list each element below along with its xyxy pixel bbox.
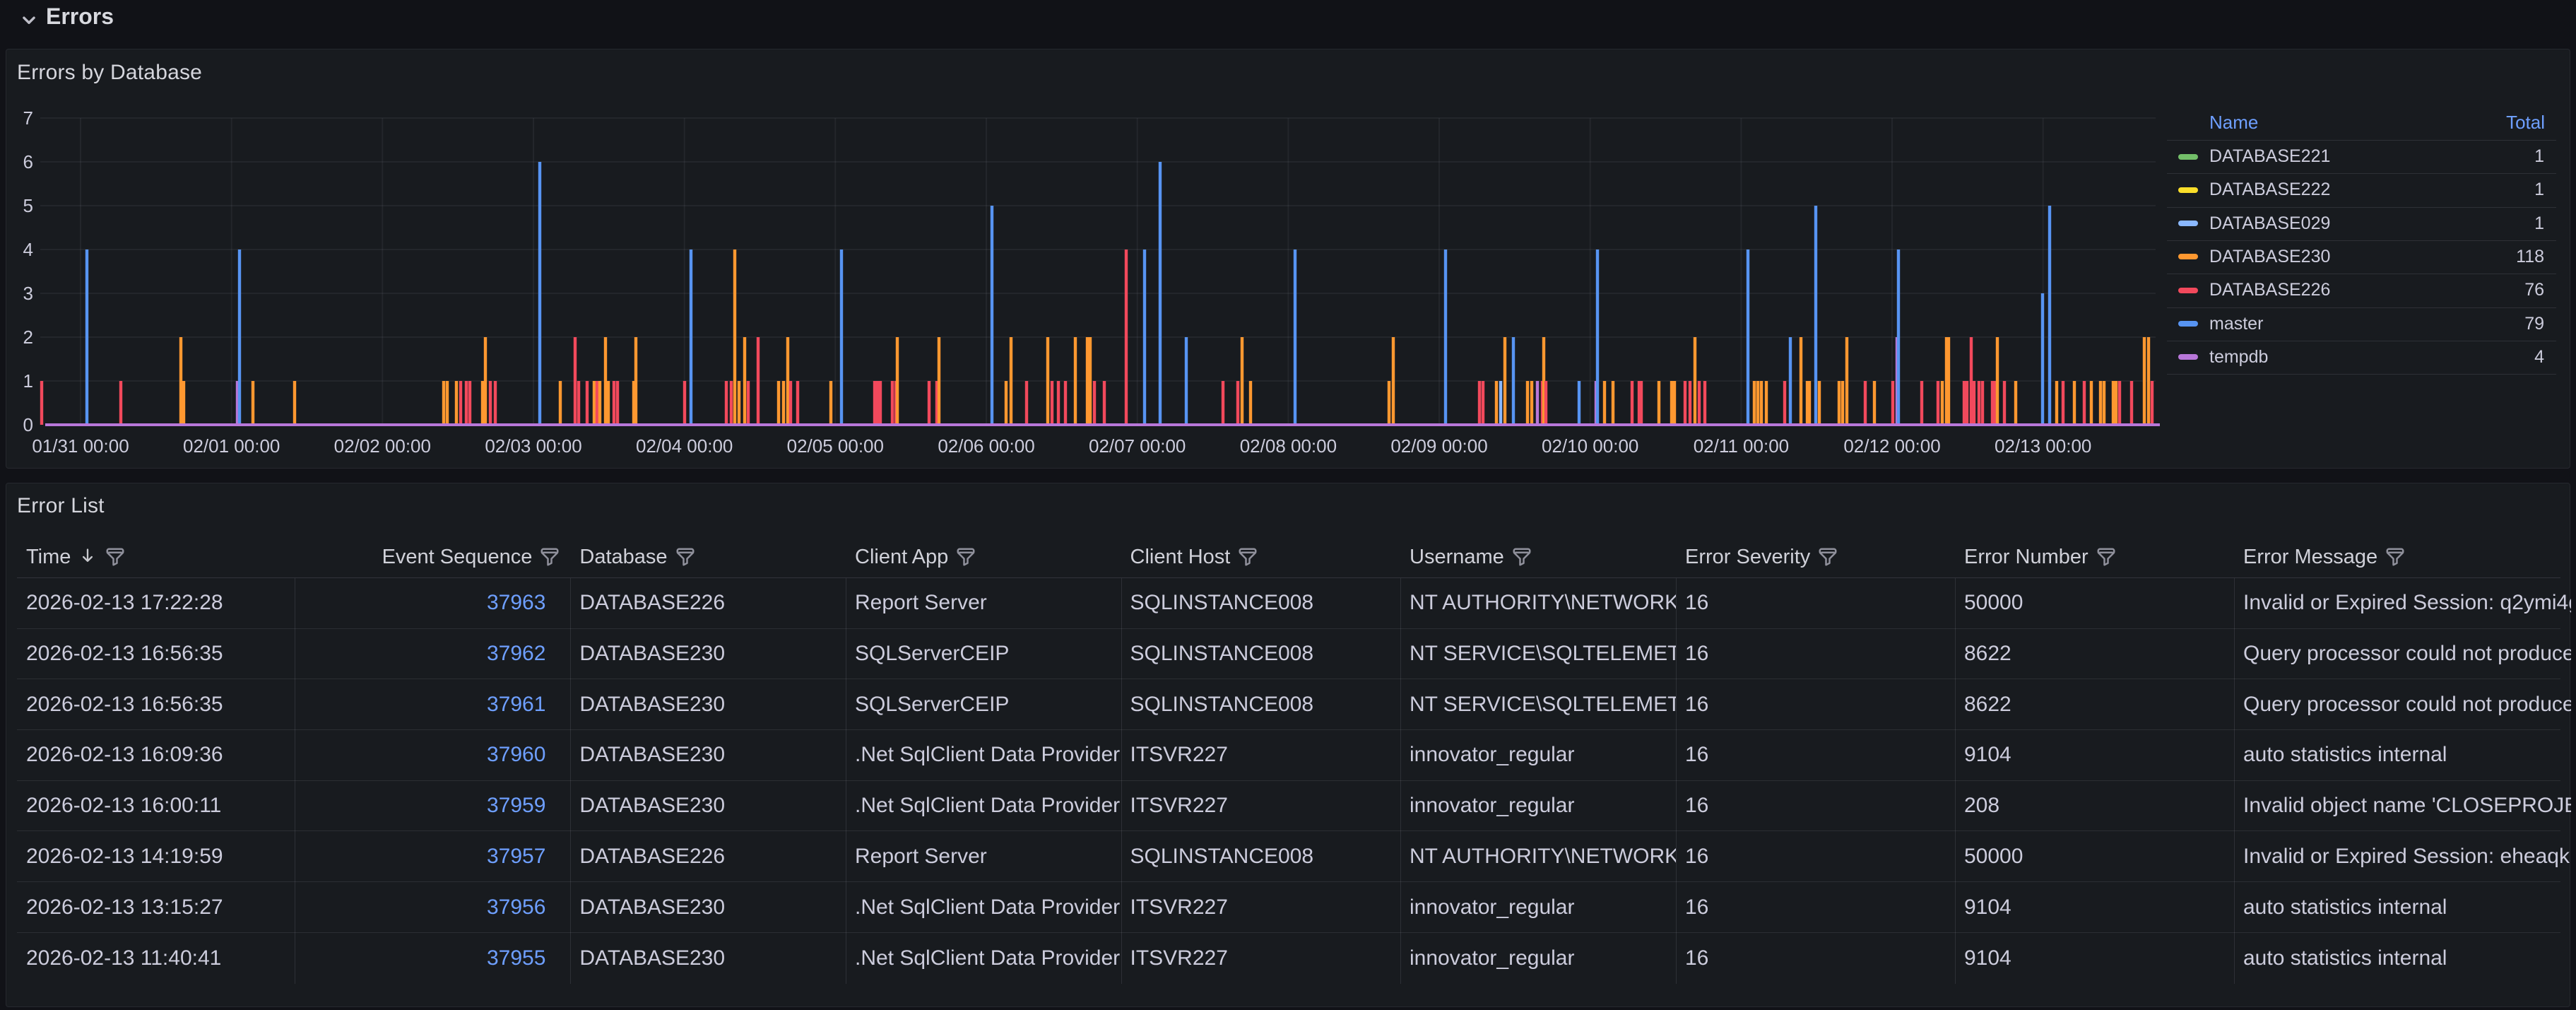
svg-text:02/01 00:00: 02/01 00:00 <box>183 435 280 457</box>
svg-text:02/10 00:00: 02/10 00:00 <box>1542 435 1638 457</box>
svg-text:02/02 00:00: 02/02 00:00 <box>334 435 431 457</box>
svg-text:02/13 00:00: 02/13 00:00 <box>1995 435 2091 457</box>
svg-text:0: 0 <box>23 414 33 435</box>
svg-text:01/31 00:00: 01/31 00:00 <box>32 435 129 457</box>
svg-text:02/08 00:00: 02/08 00:00 <box>1240 435 1337 457</box>
svg-text:02/06 00:00: 02/06 00:00 <box>938 435 1034 457</box>
svg-text:6: 6 <box>23 151 33 172</box>
svg-text:02/09 00:00: 02/09 00:00 <box>1390 435 1487 457</box>
svg-text:02/11 00:00: 02/11 00:00 <box>1694 435 1789 457</box>
svg-text:02/05 00:00: 02/05 00:00 <box>787 435 884 457</box>
svg-text:02/03 00:00: 02/03 00:00 <box>485 435 581 457</box>
svg-text:3: 3 <box>23 283 33 304</box>
svg-text:02/12 00:00: 02/12 00:00 <box>1843 435 1940 457</box>
svg-text:02/04 00:00: 02/04 00:00 <box>636 435 733 457</box>
svg-text:1: 1 <box>23 370 33 392</box>
svg-text:7: 7 <box>23 107 33 129</box>
svg-text:2: 2 <box>23 327 33 348</box>
svg-text:4: 4 <box>23 239 33 260</box>
svg-text:02/07 00:00: 02/07 00:00 <box>1089 435 1186 457</box>
svg-text:5: 5 <box>23 195 33 216</box>
